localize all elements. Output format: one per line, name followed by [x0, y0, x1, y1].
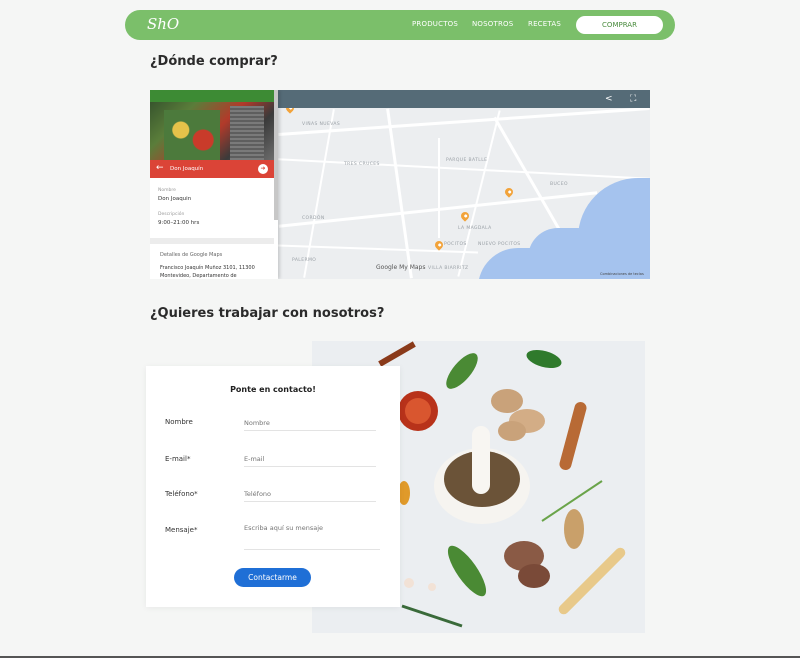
- brand-logo[interactable]: ShO: [147, 15, 179, 33]
- panel-title: Don Joaquín: [170, 166, 204, 172]
- map-label: POCITOS: [444, 242, 467, 247]
- map-label: VILLA BIARRITZ: [428, 266, 469, 271]
- map-label: LA MAGDALA: [458, 226, 492, 231]
- store-address: Francisco Joaquín Muñoz 3101, 11300 Mont…: [160, 265, 255, 279]
- map-pin-icon[interactable]: [503, 186, 515, 198]
- hours-value: 9:00–21:00 hrs: [158, 220, 200, 226]
- map-label: PALERMO: [292, 258, 317, 263]
- map-pin-icon[interactable]: [284, 108, 296, 114]
- phone-field-label: Teléfono*: [165, 490, 198, 498]
- email-input[interactable]: [244, 451, 376, 467]
- nav-link-productos[interactable]: PRODUCTOS: [412, 20, 458, 28]
- form-title: Ponte en contacto!: [230, 385, 316, 394]
- map-canvas[interactable]: VIÑAS NUEVAS TRES CRUCES PARQUE BATLLE B…: [278, 108, 650, 279]
- panel-header: ← Don Joaquín ➜: [150, 160, 274, 178]
- map-pin-icon[interactable]: [459, 210, 471, 222]
- where-to-buy-heading: ¿Dónde comprar?: [150, 54, 278, 69]
- work-with-us-heading: ¿Quieres trabajar con nosotros?: [150, 306, 385, 321]
- buy-button[interactable]: COMPRAR: [576, 16, 663, 34]
- map-header-bar: [278, 90, 650, 108]
- embedded-map[interactable]: VIÑAS NUEVAS TRES CRUCES PARQUE BATLLE B…: [150, 90, 650, 279]
- message-field-label: Mensaje*: [165, 526, 198, 534]
- top-navbar: ShO PRODUCTOS NOSOTROS RECETAS COMPRAR: [125, 10, 675, 40]
- email-field-label: E-mail*: [165, 455, 191, 463]
- contact-form: Ponte en contacto! Nombre E-mail* Teléfo…: [146, 366, 400, 607]
- name-label: Nombre: [158, 188, 176, 193]
- back-arrow-icon[interactable]: ←: [156, 163, 164, 173]
- map-label: VIÑAS NUEVAS: [302, 122, 341, 127]
- map-label: NUEVO POCITOS: [478, 242, 521, 247]
- nav-link-nosotros[interactable]: NOSOTROS: [472, 20, 513, 28]
- fullscreen-icon[interactable]: ⛶: [630, 94, 640, 104]
- map-label: BUCEO: [550, 182, 568, 187]
- map-credits[interactable]: Combinaciones de teclas: [600, 272, 644, 276]
- details-label: Detalles de Google Maps: [160, 252, 223, 258]
- submit-contact-button[interactable]: Contactarme: [234, 568, 311, 587]
- map-side-panel: ← Don Joaquín ➜ Nombre Don Joaquin Descr…: [150, 90, 278, 279]
- name-value: Don Joaquin: [158, 196, 192, 202]
- share-icon[interactable]: <: [605, 94, 615, 104]
- panel-divider: [150, 238, 274, 244]
- directions-icon[interactable]: ➜: [258, 164, 268, 174]
- map-label: TRES CRUCES: [344, 162, 380, 167]
- map-label: PARQUE BATLLE: [446, 158, 488, 163]
- hours-label: Descripción: [158, 212, 185, 217]
- nav-link-recetas[interactable]: RECETAS: [528, 20, 561, 28]
- name-input[interactable]: [244, 415, 376, 431]
- google-logo: Google My Maps: [376, 264, 426, 271]
- name-field-label: Nombre: [165, 418, 193, 426]
- map-pin-icon[interactable]: [433, 239, 445, 251]
- map-label: CORDÓN: [302, 216, 325, 221]
- store-photo: [150, 90, 274, 160]
- panel-scrollbar[interactable]: [274, 90, 278, 220]
- message-textarea[interactable]: [244, 524, 380, 550]
- phone-input[interactable]: [244, 486, 376, 502]
